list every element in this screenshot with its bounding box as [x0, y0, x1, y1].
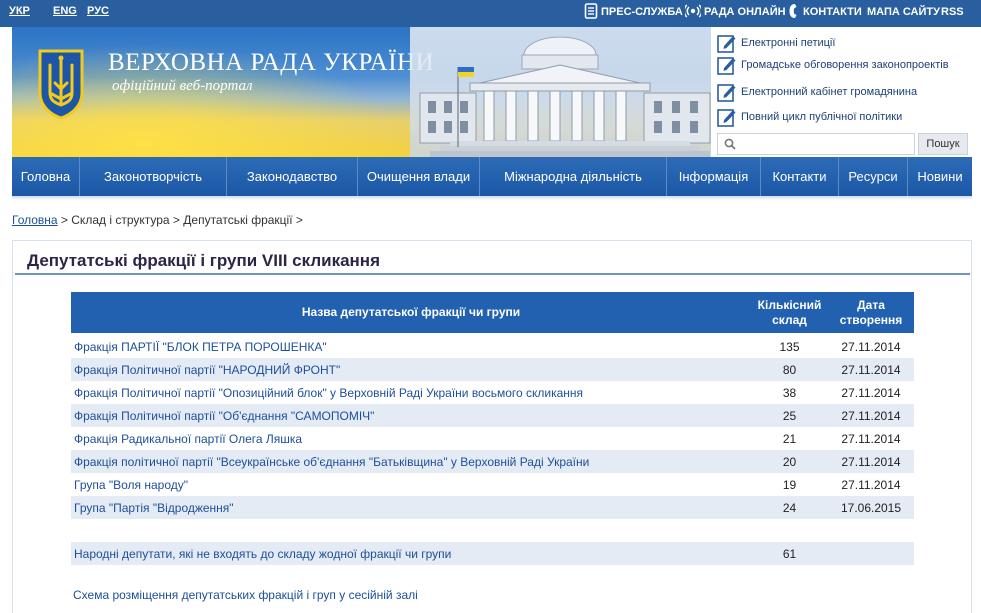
- parliament-building-image: [410, 27, 720, 157]
- contacts-link[interactable]: КОНТАКТИ: [803, 6, 862, 18]
- table-row: Фракція Політичної партії "Об'єднання "С…: [71, 404, 914, 427]
- nav-item-lawmaking[interactable]: Законотворчість: [80, 157, 226, 196]
- independent-deputies-link[interactable]: Народні депутати, які не входять до скла…: [74, 547, 451, 561]
- document-icon: [584, 3, 598, 19]
- faction-date: 27.11.2014: [841, 386, 901, 400]
- faction-count: 135: [779, 340, 800, 354]
- faction-date: 17.06.2015: [840, 501, 902, 515]
- faction-count: 24: [782, 501, 797, 515]
- nav-item-information[interactable]: Інформація: [667, 157, 760, 196]
- faction-count: 21: [782, 432, 797, 446]
- column-header-name: Назва депутатської фракції чи групи: [301, 305, 521, 319]
- faction-name-link[interactable]: Група "Партія "Відродження": [74, 501, 234, 515]
- pencil-document-icon: [717, 109, 736, 127]
- citizen-cabinet-link[interactable]: Електронний кабінет громадянина: [717, 82, 972, 104]
- pencil-document-icon: [717, 84, 736, 102]
- main-content: Депутатські фракції і групи VIII скликан…: [12, 240, 972, 613]
- table-header: Назва депутатської фракції чи групи Кіль…: [71, 292, 914, 333]
- column-header-date: Дата створення: [839, 297, 903, 327]
- faction-name-link[interactable]: Фракція Політичної партії "Опозиційний б…: [74, 386, 583, 400]
- trident-emblem-icon[interactable]: [36, 49, 86, 119]
- breadcrumb-trail: > Склад і структура > Депутатські фракці…: [57, 213, 303, 227]
- faction-count: 19: [782, 478, 797, 492]
- table-row: Фракція Політичної партії "Опозиційний б…: [71, 381, 914, 404]
- public-discussion-link-label: Громадське обговорення законопроектів: [741, 59, 949, 71]
- breadcrumb: Головна > Склад і структура > Депутатськ…: [12, 213, 303, 227]
- nav-item-news[interactable]: Новини: [908, 157, 972, 196]
- faction-count: 80: [782, 363, 797, 377]
- column-header-count: Кількісний склад: [757, 297, 822, 327]
- faction-name-link[interactable]: Фракція Радикальної партії Олега Ляшка: [74, 432, 302, 446]
- site-title[interactable]: ВЕРХОВНА РАДА УКРАЇНИ: [108, 49, 434, 77]
- nav-item-legislation[interactable]: Законодавство: [227, 157, 357, 196]
- citizen-cabinet-link-label: Електронний кабінет громадянина: [741, 86, 918, 98]
- nav-item-resources[interactable]: Ресурси: [839, 157, 907, 196]
- nav-item-home[interactable]: Головна: [12, 157, 79, 196]
- independent-count: 61: [782, 547, 797, 561]
- pencil-document-icon: [717, 57, 736, 75]
- nav-item-contacts[interactable]: Контакти: [761, 157, 838, 196]
- language-ukr-link[interactable]: УКР: [9, 5, 30, 17]
- public-policy-link-label: Повний цикл публічної політики: [741, 111, 903, 123]
- search-icon: [724, 138, 736, 150]
- quick-links-panel: Електронні петиції Громадське обговоренн…: [711, 27, 972, 157]
- seating-scheme-link[interactable]: Схема розміщення депутатських фракцій і …: [73, 588, 418, 602]
- broadcast-icon: [685, 4, 701, 18]
- table-row: Група "Воля народу" 19 27.11.2014: [71, 473, 914, 496]
- site-subtitle: офіційний веб-портал: [112, 78, 253, 94]
- pencil-document-icon: [717, 35, 736, 53]
- faction-date: 27.11.2014: [841, 455, 901, 469]
- top-bar: УКР ENG РУС ПРЕС-СЛУЖБА РАДА ОНЛАЙН КОНТ…: [0, 0, 981, 27]
- faction-date: 27.11.2014: [841, 432, 901, 446]
- faction-name-link[interactable]: Фракція політичної партії "Всеукраїнське…: [74, 455, 589, 469]
- search-input[interactable]: [740, 135, 912, 153]
- main-nav: Головна Законотворчість Законодавство Оч…: [12, 157, 972, 196]
- petitions-link[interactable]: Електронні петиції: [717, 33, 972, 55]
- table-row: Фракція Політичної партії "НАРОДНИЙ ФРОН…: [71, 358, 914, 381]
- table-row: Фракція Радикальної партії Олега Ляшка 2…: [71, 427, 914, 450]
- phone-icon: [789, 4, 797, 18]
- search-box: [717, 133, 915, 155]
- faction-count: 38: [782, 386, 797, 400]
- faction-date: 27.11.2014: [841, 478, 901, 492]
- nav-item-international[interactable]: Міжнародна діяльність: [480, 157, 666, 196]
- rada-online-link[interactable]: РАДА ОНЛАЙН: [704, 6, 786, 18]
- faction-count: 20: [782, 455, 797, 469]
- faction-name-link[interactable]: Фракція Політичної партії "НАРОДНИЙ ФРОН…: [74, 363, 340, 377]
- faction-date: 27.11.2014: [841, 409, 901, 423]
- faction-date: 27.11.2014: [841, 340, 901, 354]
- table-row-independent: Народні депутати, які не входять до скла…: [71, 542, 914, 565]
- public-policy-link[interactable]: Повний цикл публічної політики: [717, 107, 972, 129]
- faction-date: 27.11.2014: [841, 363, 901, 377]
- rss-link[interactable]: RSS: [941, 6, 964, 18]
- petitions-link-label: Електронні петиції: [741, 37, 836, 49]
- faction-name-link[interactable]: Група "Воля народу": [74, 478, 188, 492]
- press-service-link[interactable]: ПРЕС-СЛУЖБА: [601, 6, 683, 18]
- public-discussion-link[interactable]: Громадське обговорення законопроектів: [717, 55, 972, 77]
- page-title: Депутатські фракції і групи VIII скликан…: [27, 251, 380, 270]
- search-button[interactable]: Пошук: [918, 133, 968, 155]
- table-row: Група "Партія "Відродження" 24 17.06.201…: [71, 496, 914, 519]
- faction-name-link[interactable]: Фракція Політичної партії "Об'єднання "С…: [74, 409, 374, 423]
- table-row: Фракція ПАРТІЇ "БЛОК ПЕТРА ПОРОШЕНКА" 13…: [71, 335, 914, 358]
- faction-name-link[interactable]: Фракція ПАРТІЇ "БЛОК ПЕТРА ПОРОШЕНКА": [74, 340, 327, 354]
- sitemap-link[interactable]: МАПА САЙТУ: [867, 6, 940, 18]
- nav-item-lustration[interactable]: Очищення влади: [358, 157, 479, 196]
- breadcrumb-home-link[interactable]: Головна: [12, 213, 58, 227]
- faction-count: 25: [782, 409, 797, 423]
- site-header: ВЕРХОВНА РАДА УКРАЇНИ офіційний веб-порт…: [12, 27, 972, 157]
- language-eng-link[interactable]: ENG: [53, 5, 77, 17]
- table-row: Фракція політичної партії "Всеукраїнське…: [71, 450, 914, 473]
- language-rus-link[interactable]: РУС: [87, 5, 109, 17]
